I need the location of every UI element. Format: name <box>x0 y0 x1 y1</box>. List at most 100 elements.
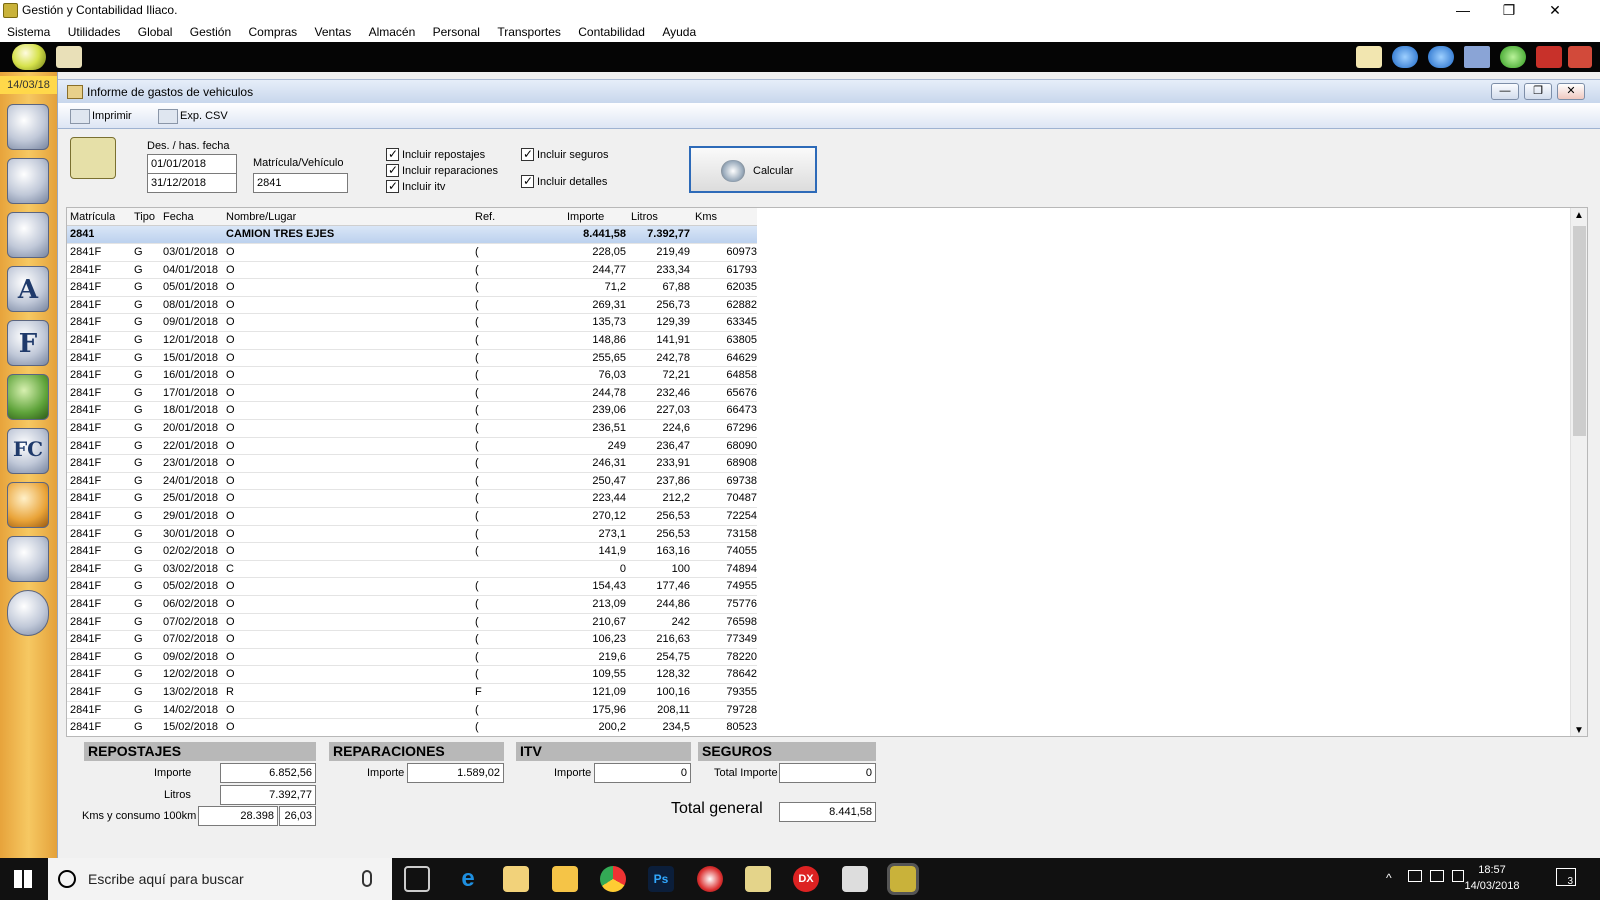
table-row[interactable]: 2841F G 14/02/2018 O (175,96 208,11 79728 <box>67 702 757 720</box>
col-fecha[interactable]: Fecha <box>163 211 194 223</box>
table-row[interactable]: 2841F G 17/01/2018 O (244,78 232,46 65676 <box>67 385 757 403</box>
menu-almacen[interactable]: Almacén <box>369 22 416 42</box>
date-from-input[interactable]: 01/01/2018 <box>147 154 237 174</box>
print-button[interactable]: Imprimir <box>70 107 132 125</box>
minimize-button[interactable]: — <box>1440 0 1486 22</box>
table-row[interactable]: 2841F G 05/01/2018 O (71,2 67,88 62035 <box>67 279 757 297</box>
table-row[interactable]: 2841F G 20/01/2018 O (236,51 224,6 67296 <box>67 420 757 438</box>
table-row[interactable]: 2841F G 29/01/2018 O (270,12 256,53 72254 <box>67 508 757 526</box>
letter-f-icon[interactable]: F <box>7 320 49 366</box>
menu-ventas[interactable]: Ventas <box>315 22 352 42</box>
col-litros[interactable]: Litros <box>631 211 658 223</box>
photoshop-icon[interactable]: Ps <box>648 866 674 892</box>
shopping-bag-green-icon[interactable] <box>7 374 49 420</box>
col-importe[interactable]: Importe <box>567 211 604 223</box>
report-close-button[interactable]: ✕ <box>1557 83 1585 100</box>
include-repairs-checkbox[interactable]: Incluir reparaciones <box>386 163 498 178</box>
mail-app-icon[interactable] <box>503 866 529 892</box>
report-restore-button[interactable]: ❐ <box>1524 83 1552 100</box>
table-row[interactable]: 2841F G 07/02/2018 O (210,67 242 76598 <box>67 614 757 632</box>
print-toolbar-icon[interactable] <box>56 46 82 68</box>
disc-tools-icon[interactable] <box>7 590 49 636</box>
forward-arrow-icon[interactable] <box>1428 46 1454 68</box>
tray-chevron-icon[interactable]: ^ <box>1386 871 1392 885</box>
table-row[interactable]: 2841F G 02/02/2018 O (141,9 163,16 74055 <box>67 543 757 561</box>
include-details-checkbox[interactable]: Incluir detalles <box>521 174 607 189</box>
restore-button[interactable]: ❐ <box>1486 0 1532 22</box>
export-csv-button[interactable]: Exp. CSV <box>158 107 228 125</box>
table-row[interactable]: 2841F G 24/01/2018 O (250,47 237,86 69738 <box>67 473 757 491</box>
table-row[interactable]: 2841F G 22/01/2018 O (249 236,47 68090 <box>67 438 757 456</box>
include-insurance-checkbox[interactable]: Incluir seguros <box>521 147 609 162</box>
taskbar-clock[interactable]: 18:57 14/03/2018 <box>1462 864 1522 892</box>
table-row[interactable]: 2841F G 18/01/2018 O (239,06 227,03 66473 <box>67 402 757 420</box>
menu-ayuda[interactable]: Ayuda <box>662 22 696 42</box>
calculate-button[interactable]: Calcular <box>689 146 817 193</box>
clients-group-icon[interactable] <box>7 104 49 150</box>
close-button[interactable]: ✕ <box>1532 0 1578 22</box>
table-row[interactable]: 2841F G 15/01/2018 O (255,65 242,78 64629 <box>67 350 757 368</box>
back-arrow-icon[interactable] <box>1392 46 1418 68</box>
menu-personal[interactable]: Personal <box>433 22 480 42</box>
table-row[interactable]: 2841F G 12/01/2018 O (148,86 141,91 63805 <box>67 332 757 350</box>
letter-a-icon[interactable]: A <box>7 266 49 312</box>
task-view-icon[interactable] <box>404 866 430 892</box>
dx-app-icon[interactable]: DX <box>793 866 819 892</box>
report-minimize-button[interactable]: — <box>1491 83 1519 100</box>
table-row[interactable]: 2841F G 30/01/2018 O (273,1 256,53 73158 <box>67 526 757 544</box>
network-icon[interactable] <box>1430 870 1444 882</box>
microphone-icon[interactable] <box>362 870 372 887</box>
home-orb-icon[interactable] <box>12 44 46 70</box>
col-tipo[interactable]: Tipo <box>134 211 155 223</box>
col-matricula[interactable]: Matrícula <box>70 211 115 223</box>
vehicle-input[interactable]: 2841 <box>253 173 348 193</box>
table-row[interactable]: 2841F G 05/02/2018 O (154,43 177,46 74955 <box>67 578 757 596</box>
scroll-up-icon[interactable]: ▲ <box>1574 210 1584 221</box>
app-red-icon[interactable] <box>697 866 723 892</box>
menu-contabilidad[interactable]: Contabilidad <box>578 22 645 42</box>
menu-utilidades[interactable]: Utilidades <box>68 22 121 42</box>
menu-transportes[interactable]: Transportes <box>497 22 561 42</box>
table-row[interactable]: 2841F G 04/01/2018 O (244,77 233,34 61793 <box>67 262 757 280</box>
app-gestion-icon[interactable] <box>745 866 771 892</box>
chrome-icon[interactable] <box>600 866 626 892</box>
col-nombre[interactable]: Nombre/Lugar <box>226 211 296 223</box>
date-to-input[interactable]: 31/12/2018 <box>147 173 237 193</box>
window-list-icon[interactable] <box>1464 46 1490 68</box>
calculator-icon[interactable] <box>842 866 868 892</box>
menu-gestion[interactable]: Gestión <box>190 22 231 42</box>
scroll-down-icon[interactable]: ▼ <box>1574 725 1584 736</box>
invoice-fc-icon[interactable]: FC <box>7 428 49 474</box>
table-row[interactable]: 2841F G 16/01/2018 O (76,03 72,21 64858 <box>67 367 757 385</box>
expenses-table[interactable]: Matrícula Tipo Fecha Nombre/Lugar Ref. I… <box>66 207 1588 737</box>
close-all-icon[interactable] <box>1568 46 1592 68</box>
table-row[interactable]: 2841F G 25/01/2018 O (223,44 212,2 70487 <box>67 490 757 508</box>
vehicle-group-row[interactable]: 2841 CAMION TRES EJES 8.441,58 7.392,77 <box>67 226 757 244</box>
menu-global[interactable]: Global <box>138 22 173 42</box>
user-icon[interactable] <box>7 158 49 204</box>
shopping-bag-orange-icon[interactable] <box>7 482 49 528</box>
taskbar-search[interactable]: Escribe aquí para buscar <box>48 858 392 900</box>
col-ref[interactable]: Ref. <box>475 211 495 223</box>
mail-icon[interactable] <box>1356 46 1382 68</box>
close-window-icon[interactable] <box>1536 46 1562 68</box>
scroll-thumb[interactable] <box>1573 226 1586 436</box>
dropbox-icon[interactable] <box>1408 870 1422 882</box>
vertical-scrollbar[interactable]: ▲ ▼ <box>1570 208 1587 736</box>
table-row[interactable]: 2841F G 09/02/2018 O (219,6 254,75 78220 <box>67 649 757 667</box>
col-kms[interactable]: Kms <box>695 211 717 223</box>
table-row[interactable]: 2841F G 03/01/2018 O (228,05 219,49 60973 <box>67 244 757 262</box>
table-row[interactable]: 2841F G 23/01/2018 O (246,31 233,91 68908 <box>67 455 757 473</box>
iliaco-active-icon[interactable] <box>887 863 919 895</box>
table-row[interactable]: 2841F G 09/01/2018 O (135,73 129,39 63345 <box>67 314 757 332</box>
table-row[interactable]: 2841F G 06/02/2018 O (213,09 244,86 75776 <box>67 596 757 614</box>
table-row[interactable]: 2841F G 12/02/2018 O (109,55 128,32 78642 <box>67 666 757 684</box>
include-itv-checkbox[interactable]: Incluir itv <box>386 179 445 194</box>
table-row[interactable]: 2841F G 13/02/2018 R F 121,09 100,16 79355 <box>67 684 757 702</box>
windows-start-icon[interactable] <box>14 870 32 888</box>
user-a-icon[interactable] <box>7 212 49 258</box>
notifications-icon[interactable]: 3 <box>1556 868 1576 887</box>
menu-compras[interactable]: Compras <box>248 22 297 42</box>
ledger-book-icon[interactable] <box>7 536 49 582</box>
table-row[interactable]: 2841F G 08/01/2018 O (269,31 256,73 62882 <box>67 297 757 315</box>
